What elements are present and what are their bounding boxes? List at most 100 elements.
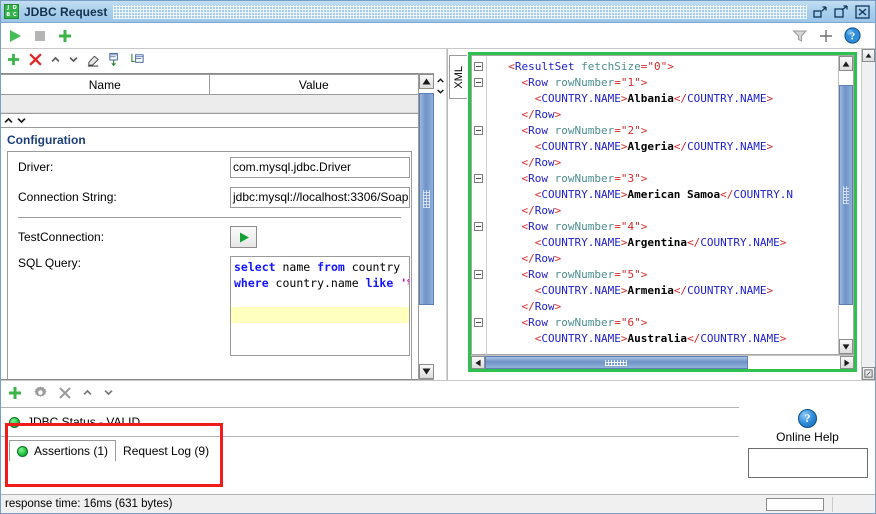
add-property-icon[interactable] [6,52,21,70]
configuration-box: Driver: com.mysql.jdbc.Driver Connection… [7,151,412,379]
online-help-label[interactable]: Online Help [776,430,839,444]
scroll-up-button[interactable] [419,74,434,89]
code-fold-gutter[interactable] [472,56,487,354]
configuration-section-title: Configuration [7,133,86,147]
response-pane-scrollbar[interactable] [861,49,875,380]
window-title: JDBC Request [24,4,108,19]
minimize-button[interactable] [813,5,828,19]
xml-scroll-right-button[interactable] [840,356,854,369]
xml-scroll-track[interactable] [839,71,853,339]
configure-assertion-icon[interactable] [33,385,48,403]
xml-response-code[interactable]: <ResultSet fetchSize="0"> <Row rowNumber=… [487,56,838,354]
title-bar-texture [113,4,807,19]
run-icon[interactable] [7,28,23,44]
question-mark-icon[interactable]: ? [798,409,817,428]
sql-query-editor[interactable]: select name from country where country.n… [230,256,410,356]
section-collapse-bar[interactable] [1,114,418,128]
jdbc-request-window: JDBC JDBC Request ? Name Value Configura… [0,0,876,514]
plus-icon[interactable] [819,29,833,43]
xml-vertical-scrollbar[interactable] [838,56,853,354]
move-up-icon[interactable] [50,54,61,68]
response-scroll-up-button[interactable] [862,49,875,62]
scroll-thumb[interactable] [419,93,434,305]
sql-line-2: where country.name like '%A' [234,276,409,290]
code-fold-toggle-icon[interactable] [474,270,483,279]
clear-icon[interactable] [86,52,101,70]
xml-line: </Row> [521,252,562,265]
tab-assertions-label: Assertions (1) [34,444,109,458]
sql-line-1: select name from country [234,260,401,274]
remove-property-icon[interactable] [28,52,43,70]
online-help-area: ? Online Help [739,407,875,494]
xml-line: <COUNTRY.NAME>Argentina</COUNTRY.NAME> [534,236,787,249]
connection-string-field[interactable]: jdbc:mysql://localhost:3306/SoapUID [230,186,410,208]
properties-table-header: Name Value [1,75,418,95]
move-down-icon[interactable] [103,387,114,401]
tab-xml[interactable]: XML [449,55,467,99]
xml-line: </Row> [521,204,562,217]
add-assertion-icon[interactable] [7,385,23,404]
properties-table-empty-row[interactable] [1,95,418,113]
xml-hscroll-track[interactable] [485,356,840,369]
request-pane-scrollbar[interactable] [418,73,434,380]
column-header-value[interactable]: Value [210,75,419,94]
xml-scroll-thumb[interactable] [839,85,853,305]
column-header-name[interactable]: Name [1,75,210,94]
code-fold-toggle-icon[interactable] [474,78,483,87]
status-bar-cell [832,496,875,512]
help-panel-box [747,448,868,478]
add-icon[interactable] [57,28,73,44]
main-toolbar: ? [1,23,875,49]
tab-request-log[interactable]: Request Log (9) [116,440,216,461]
assertion-row-jdbc-status[interactable]: JDBC Status - VALID [1,408,739,437]
xml-line: <Row rowNumber="5"> [521,268,648,281]
xml-scroll-down-button[interactable] [839,339,853,354]
pane-collapse-arrows[interactable] [434,73,446,380]
code-fold-toggle-icon[interactable] [474,174,483,183]
import-properties-icon[interactable] [108,52,123,70]
driver-field[interactable]: com.mysql.jdbc.Driver [230,156,410,178]
assertions-status-icon [17,445,28,457]
move-down-icon[interactable] [68,54,79,68]
filter-icon[interactable] [792,29,808,43]
restore-button[interactable] [834,4,849,19]
xml-horizontal-scrollbar[interactable] [471,355,854,369]
xml-hscroll-thumb[interactable] [485,356,748,369]
code-fold-toggle-icon[interactable] [474,62,483,71]
tab-assertions[interactable]: Assertions (1) [9,440,117,461]
move-up-icon[interactable] [82,387,93,401]
code-fold-toggle-icon[interactable] [474,318,483,327]
status-progress-bar [766,497,824,511]
collapse-up-icon [4,117,13,123]
xml-line: <COUNTRY.NAME>Armenia</COUNTRY.NAME> [534,284,774,297]
xml-scroll-left-button[interactable] [471,356,485,369]
driver-label: Driver: [18,160,54,174]
stop-icon[interactable] [32,28,48,44]
request-editor-pane: Name Value Configuration Driver: com.mys… [1,49,447,380]
code-fold-toggle-icon[interactable] [474,222,483,231]
export-properties-icon[interactable] [130,52,145,70]
configuration-divider [18,217,401,218]
xml-line: <Row rowNumber="6"> [521,316,648,329]
close-button[interactable] [855,4,870,19]
run-test-connection-icon[interactable] [230,226,257,248]
connection-string-row: Connection String: jdbc:mysql://localhos… [8,182,411,212]
status-valid-icon [9,416,20,428]
response-scroll-resize-grip[interactable] [862,367,875,380]
assertion-status-label: JDBC Status - VALID [27,415,141,429]
xml-line: </Row> [521,300,562,313]
help-icon[interactable]: ? [844,27,861,44]
xml-line: <COUNTRY.NAME>Albania</COUNTRY.NAME> [534,92,774,105]
code-fold-toggle-icon[interactable] [474,126,483,135]
xml-scroll-up-button[interactable] [839,56,853,71]
scroll-down-button[interactable] [419,364,434,379]
params-toolbar [1,49,446,73]
remove-assertion-icon[interactable] [58,386,72,403]
xml-line: <COUNTRY.NAME>Algeria</COUNTRY.NAME> [534,140,774,153]
xml-response-editor-highlight: <ResultSet fetchSize="0"> <Row rowNumber=… [468,52,857,372]
main-split: Name Value Configuration Driver: com.mys… [1,49,875,380]
xml-line: <Row rowNumber="2"> [521,124,648,137]
scroll-track[interactable] [419,89,434,364]
sql-query-label: SQL Query: [18,256,81,270]
xml-line: <ResultSet fetchSize="0"> [508,60,674,73]
